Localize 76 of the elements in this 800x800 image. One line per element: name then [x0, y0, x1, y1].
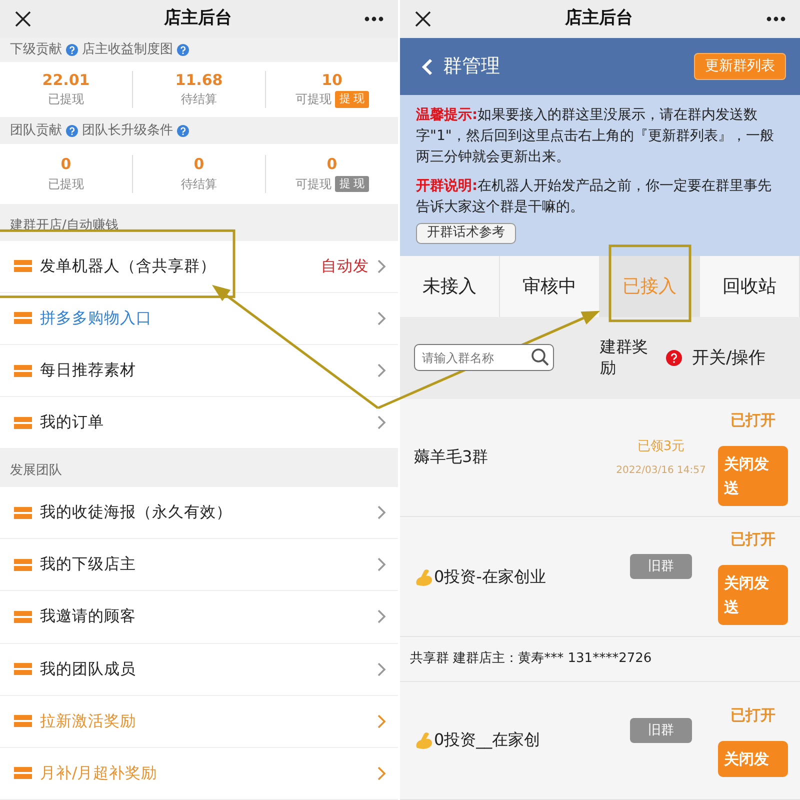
page-title: 店主后台 [565, 7, 633, 30]
stat-label: 待结算 [181, 91, 217, 108]
bars-icon [14, 364, 32, 377]
stat-value: 0 [194, 155, 204, 175]
old-group-tag: 旧群 [630, 718, 692, 744]
stat-value: 0 [60, 155, 72, 175]
menu-item[interactable]: 拼多多购物入口 [0, 292, 398, 345]
bars-icon [14, 558, 32, 571]
bars-icon [14, 506, 32, 519]
help-icon[interactable] [177, 124, 189, 137]
menu-item[interactable]: 每日推荐素材 [0, 344, 398, 398]
help-icon[interactable] [66, 44, 78, 56]
help-icon[interactable] [177, 44, 189, 56]
chevron-right-icon [377, 363, 386, 378]
reward-date: 2022/03/16 14:57 [616, 464, 706, 478]
menu-item[interactable]: 发单机器人（含共享群） 自动发 [0, 240, 398, 293]
search-field[interactable]: 请输入群名称 [414, 344, 554, 372]
column-header: 开关/操作 [692, 346, 766, 369]
menu-item[interactable]: 我邀请的顾客 [0, 591, 398, 644]
status-text: 已打开 [730, 705, 776, 726]
menu-item[interactable]: 我的团队成员 [0, 644, 398, 696]
section-label: 团队贡献 [10, 122, 62, 140]
bars-icon [14, 260, 32, 272]
stat-label: 待结算 [181, 176, 217, 193]
chevron-right-icon [377, 766, 386, 781]
page-heading: 群管理 [443, 54, 500, 80]
stat-value: 10 [322, 70, 342, 90]
chevron-right-icon [377, 557, 386, 572]
menu-item[interactable]: 我的订单 [0, 397, 398, 450]
back-icon[interactable] [422, 58, 433, 76]
old-group-tag: 旧群 [630, 554, 692, 580]
chevron-right-icon [377, 415, 386, 430]
close-icon[interactable] [414, 10, 432, 28]
notice-text: 开群说明:在机器人开始发产品之前，你一定要在群里事先告诉大家这个群是干嘛的。 [416, 178, 772, 215]
status-text: 已打开 [730, 529, 776, 550]
stat-value: 22.01 [42, 70, 90, 90]
menu-item[interactable]: 我的收徒海报（永久有效） [0, 487, 398, 540]
help-icon [666, 350, 682, 366]
chevron-right-icon [377, 714, 386, 729]
section-label: 下级贡献 [10, 41, 62, 60]
bars-icon [14, 715, 32, 728]
stat-value: 0 [326, 155, 338, 175]
help-icon[interactable] [66, 124, 78, 137]
bars-icon [14, 312, 32, 324]
chevron-right-icon [377, 662, 386, 677]
bars-icon [14, 767, 32, 780]
section-label: 发展团队 [10, 462, 62, 480]
chevron-right-icon [377, 609, 386, 624]
search-icon [531, 348, 549, 366]
group-name: 薅羊毛3群 [414, 446, 488, 468]
close-icon[interactable] [14, 10, 32, 28]
status-text: 自动发 [321, 256, 369, 277]
stat-label: 可提现 [295, 176, 332, 193]
page-title: 店主后台 [164, 7, 232, 30]
stat-label: 可提现 [295, 91, 332, 108]
menu-item[interactable]: 我的下级店主 [0, 539, 398, 592]
group-name: 0投资-在家创业 [434, 566, 546, 588]
status-text: 已打开 [730, 410, 776, 432]
column-header: 建群奖励 [600, 337, 649, 379]
chevron-right-icon [377, 310, 386, 326]
bars-icon [14, 663, 32, 676]
stat-value: 11.68 [175, 70, 223, 90]
group-name: 0投资__在家创 [434, 729, 540, 752]
section-label: 团队长升级条件 [82, 122, 173, 140]
bars-icon [14, 610, 32, 623]
stat-label: 已提现 [48, 176, 84, 193]
reward-text: 已领3元 [637, 438, 685, 456]
section-label: 店主收益制度图 [82, 41, 173, 60]
chevron-right-icon [377, 258, 386, 274]
stat-label: 已提现 [48, 91, 84, 108]
script-reference-button[interactable]: 开群话术参考 [416, 223, 516, 244]
notice-text: 温馨提示:如果要接入的群这里没展示，请在群内发送数字"1"，然后回到这里点击右上角的『更新群列表』，一般两三分钟就会更新出来。 [416, 107, 774, 165]
more-icon[interactable] [766, 16, 786, 22]
bars-icon [14, 416, 32, 429]
more-icon[interactable] [364, 16, 384, 22]
chevron-right-icon [377, 505, 386, 520]
